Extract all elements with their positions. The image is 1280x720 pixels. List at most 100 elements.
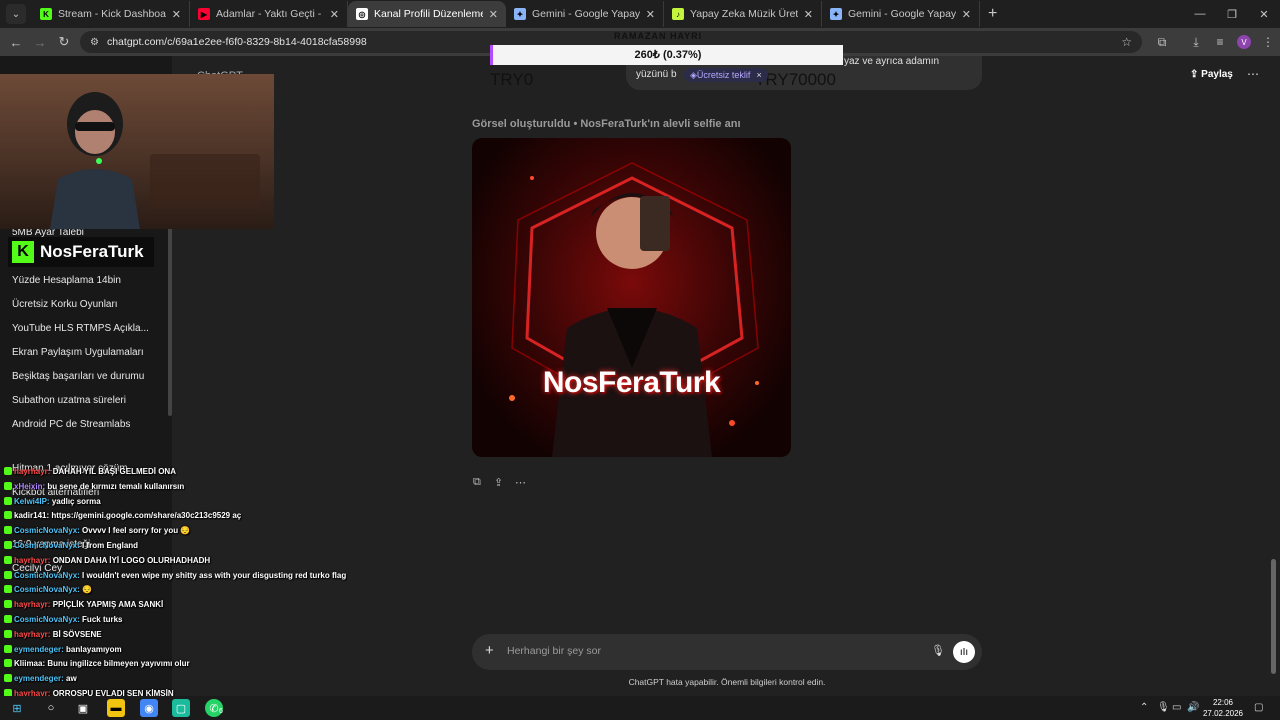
tab-close-icon[interactable]: ✕ (489, 8, 498, 21)
new-tab-button[interactable]: + (988, 5, 997, 23)
attach-plus-icon[interactable]: + (485, 642, 494, 659)
reload-icon[interactable]: ↻ (52, 34, 76, 50)
extensions-icon[interactable]: ⧉ (1150, 35, 1174, 50)
chat-username: Kelwi4IP: (14, 496, 50, 506)
donation-goal-title: RAMAZAN HAYRI (614, 31, 703, 41)
tab-favicon-icon: ✦ (514, 8, 526, 20)
minimize-icon[interactable]: — (1184, 0, 1216, 28)
subscriber-badge-icon (4, 496, 12, 505)
more-options-icon[interactable]: ⋯ (1247, 67, 1259, 81)
media-icon[interactable]: ≡ (1208, 35, 1232, 49)
chat-line: Kliimaa: Bunu ingilizce bilmeyen yayıvım… (4, 659, 190, 668)
donation-progress-text: 260₺ (0.37%) (634, 49, 702, 61)
tab-list: K Stream - Kick Dashboard ✕ ▶ Adamlar - Yakt… (32, 1, 980, 27)
subscriber-badge-icon (4, 600, 12, 609)
sidebar-scrollbar[interactable] (168, 226, 172, 416)
image-more-icon[interactable]: ⋯ (515, 476, 526, 489)
gift-icon: ◈ (690, 69, 697, 80)
chat-line: hayrhayr: PPİÇLİK YAPMIŞ AMA SANKİ (4, 600, 163, 609)
browser-tab[interactable]: K Stream - Kick Dashboard ✕ (32, 1, 190, 27)
sidebar-item[interactable]: Subathon uzatma süreleri (12, 395, 126, 406)
chat-line: kadir141: https://gemini.google.com/shar… (4, 511, 241, 520)
chat-message: Bİ SÖVSENE (52, 629, 102, 639)
tab-close-icon[interactable]: ✕ (646, 8, 655, 21)
windows-taskbar: ⊞ ○ ▣ ▬ ◉ ▢ ✆ 6 ⌃ 🎙 ▭ 🔊 22:06 27.02.2026… (0, 696, 1280, 720)
subscriber-badge-icon (4, 511, 12, 520)
sidebar-item[interactable]: Ekran Paylaşım Uygulamaları (12, 347, 144, 358)
notifications-icon[interactable]: ▢ (1254, 702, 1263, 713)
sidebar-item[interactable]: Ücretsiz Korku Oyunları (12, 299, 118, 310)
generated-image[interactable]: NosFeraTurk (472, 138, 791, 457)
sidebar-item[interactable]: Yüzde Hesaplama 14bin (12, 275, 121, 286)
search-icon[interactable]: ○ (42, 699, 60, 717)
app-icon[interactable]: ▢ (172, 699, 190, 717)
chat-message: Ovvvv I feel sorry for you 😔 (82, 526, 191, 536)
chat-username: kadir141: (14, 511, 50, 521)
browser-tab[interactable]: ◎ Kanal Profili Düzenleme ✕ (348, 1, 506, 27)
free-offer-pill[interactable]: ◈ Ücretsiz teklif × (684, 68, 768, 82)
whatsapp-badge: 6 (219, 708, 223, 715)
sidebar-item[interactable]: YouTube HLS RTMPS Açıkla... (12, 323, 149, 334)
subscriber-badge-icon (4, 570, 12, 579)
subscriber-badge-icon (4, 629, 12, 638)
prompt-placeholder[interactable]: Herhangi bir şey sor (507, 645, 601, 657)
chrome-icon[interactable]: ◉ (140, 699, 158, 717)
share-image-icon[interactable]: ⇪ (494, 476, 503, 489)
user-message-line-2: yüzünü b (636, 69, 677, 80)
back-icon[interactable]: ← (4, 35, 28, 50)
download-icon[interactable]: ⤓ (1184, 35, 1208, 50)
browser-menu-icon[interactable]: ⋮ (1256, 35, 1280, 49)
chat-username: hayrhayr: (14, 467, 51, 476)
image-caption: Görsel oluşturuldu • NosFeraTurk'ın alev… (472, 118, 741, 130)
site-info-icon[interactable]: ⚙ (90, 37, 99, 48)
tab-close-icon[interactable]: ✕ (962, 8, 971, 21)
volume-icon[interactable]: 🔊 (1187, 702, 1199, 713)
chat-username: Kliimaa: (14, 659, 46, 669)
chat-message: ONDAN DAHA İYİ LOGO OLURHADHADH (52, 555, 211, 565)
file-explorer-icon[interactable]: ▬ (107, 699, 125, 717)
tab-title: Adamlar - Yaktı Geçti - YouTube (216, 8, 324, 20)
tray-overflow-icon[interactable]: ⌃ (1140, 702, 1148, 713)
tray-mic-icon[interactable]: 🎙 (1157, 702, 1170, 713)
disclaimer-text: ChatGPT hata yapabilir. Önemli bilgileri… (628, 677, 826, 687)
tab-title: Kanal Profili Düzenleme (374, 8, 483, 20)
start-icon[interactable]: ⊞ (8, 699, 26, 717)
pill-close-icon[interactable]: × (756, 70, 761, 80)
browser-tab[interactable]: ♪ Yapay Zeka Müzik Üretici | Fikir ✕ (664, 1, 822, 27)
tab-close-icon[interactable]: ✕ (172, 8, 181, 21)
copy-icon[interactable]: ⧉ (473, 476, 481, 489)
subscriber-badge-icon (4, 615, 12, 623)
browser-tab[interactable]: ▶ Adamlar - Yaktı Geçti - YouTube ✕ (190, 1, 348, 27)
clock[interactable]: 22:06 27.02.2026 (1200, 697, 1246, 719)
close-window-icon[interactable]: ✕ (1248, 0, 1280, 28)
sidebar-item[interactable]: Beşiktaş başarıları ve durumu (12, 371, 144, 382)
browser-tab[interactable]: ✦ Gemini - Google Yapay Zeka'ya ✕ (506, 1, 664, 27)
forward-icon[interactable]: → (28, 35, 52, 50)
chat-line: hayrhayr: ONDAN DAHA İYİ LOGO OLURHADHAD… (4, 555, 211, 565)
share-label: Paylaş (1201, 69, 1233, 80)
share-button[interactable]: ⇪ Paylaş (1190, 69, 1233, 80)
prompt-composer[interactable]: + Herhangi bir şey sor 🎙 ıIı (472, 634, 982, 670)
voice-mode-icon[interactable]: ıIı (953, 641, 975, 663)
task-view-icon[interactable]: ▣ (74, 699, 92, 717)
clock-time: 22:06 (1212, 698, 1234, 707)
tab-title: Yapay Zeka Müzik Üretici | Fikir (690, 8, 798, 20)
browser-tab[interactable]: ✦ Gemini - Google Yapay Zeka'ya ✕ (822, 1, 980, 27)
tab-close-icon[interactable]: ✕ (804, 8, 813, 21)
chat-username: CosmicNovaNyx: (14, 615, 80, 624)
profile-avatar[interactable]: V (1237, 35, 1251, 49)
chat-username: eymendeger: (14, 644, 64, 654)
tab-close-icon[interactable]: ✕ (330, 8, 339, 21)
chat-message: banlayamıyom (66, 644, 122, 654)
bookmark-star-icon[interactable]: ☆ (1121, 35, 1132, 49)
restore-icon[interactable]: ❐ (1216, 0, 1248, 28)
sidebar-item[interactable]: Android PC de Streamlabs (12, 419, 130, 430)
network-icon[interactable]: ▭ (1172, 702, 1181, 713)
subscriber-badge-icon (4, 526, 12, 535)
chat-scrollbar[interactable] (1271, 559, 1276, 674)
chat-message: I from England (82, 541, 139, 550)
tab-search-button[interactable]: ⌄ (6, 4, 26, 24)
microphone-icon[interactable]: 🎙 (931, 644, 945, 657)
subscriber-badge-icon (4, 585, 12, 594)
url-text: chatgpt.com/c/69a1e2ee-f6f0-8329-8b14-40… (106, 36, 367, 48)
